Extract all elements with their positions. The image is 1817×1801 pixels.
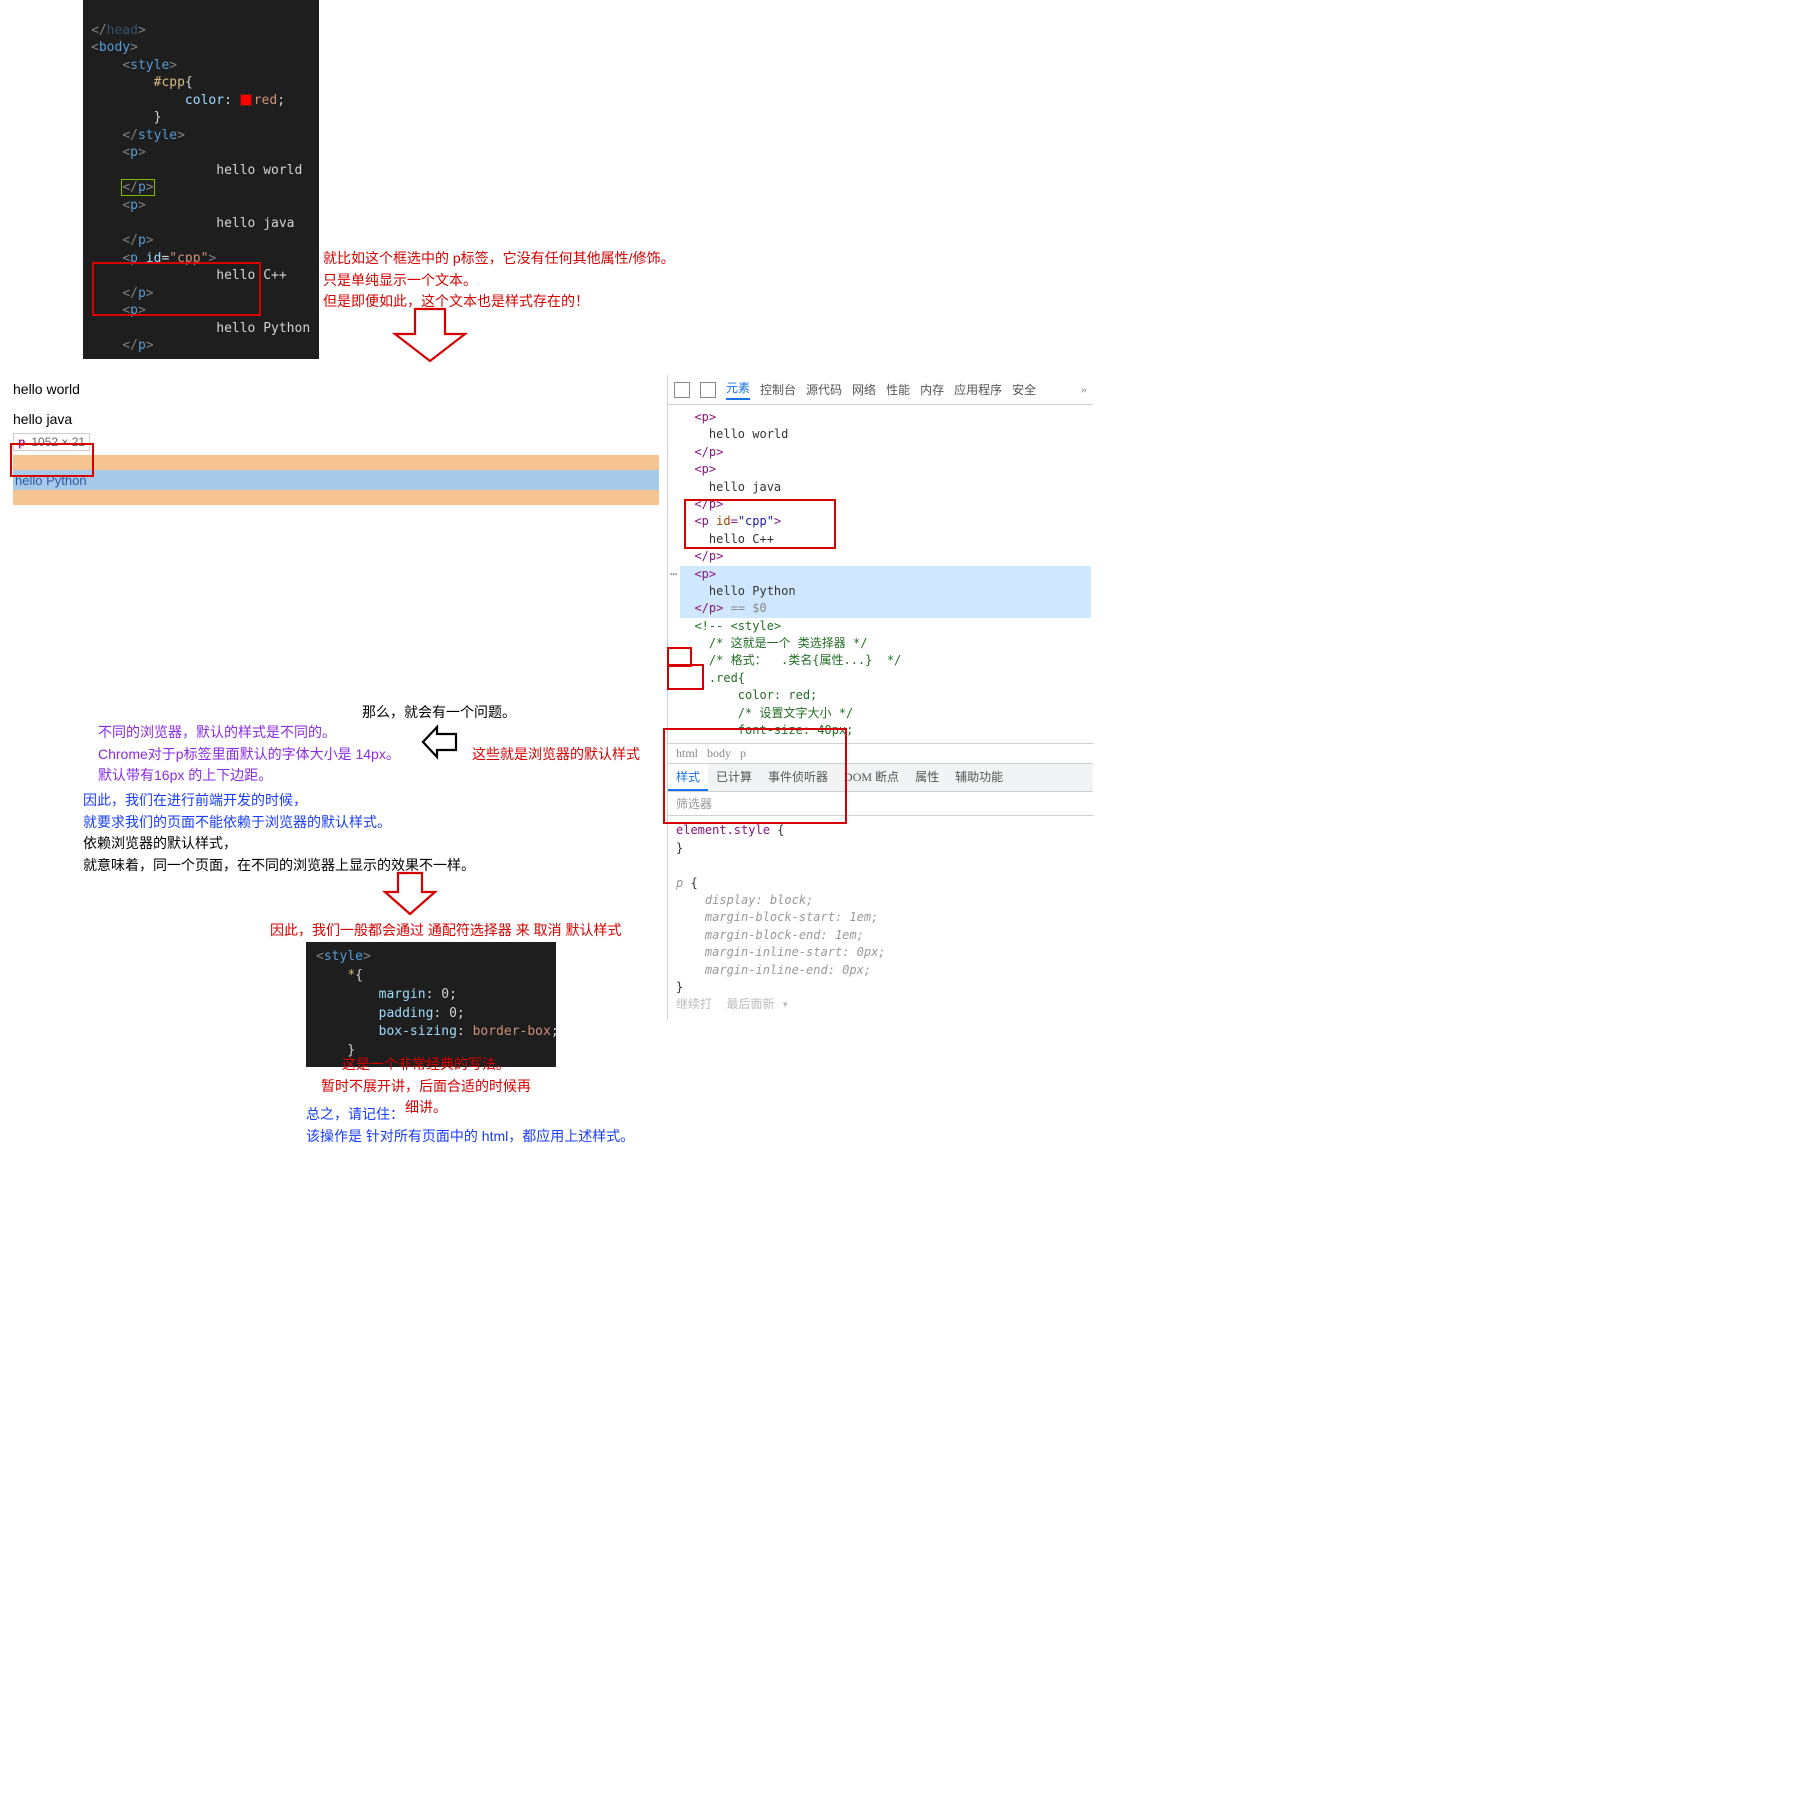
element-size-tooltip: p 1052 × 21 — [13, 433, 90, 451]
dom-cmt3: /* 格式： .类名{属性...} */ — [680, 653, 901, 667]
note3-l1: 这是一个非常经典的写法。 — [316, 1054, 536, 1076]
note4-l1: 总之，请记住： — [306, 1104, 634, 1126]
bc-p[interactable]: p — [740, 746, 746, 760]
tab-sources[interactable]: 源代码 — [806, 381, 842, 398]
tabs-more-icon[interactable]: » — [1081, 382, 1087, 397]
tooltip-tag: p — [18, 435, 25, 449]
text-hello-world: hello world — [154, 163, 303, 178]
rendered-hello-java: hello java — [13, 411, 659, 427]
device-icon[interactable] — [700, 382, 716, 398]
devtools-styles-pane[interactable]: element.style { } p { display: block; ma… — [668, 816, 1093, 1019]
devtools-subtabs: 样式 已计算 事件侦听器 DOM 断点 属性 辅助功能 — [668, 763, 1093, 792]
dom-hp: hello Python — [680, 584, 796, 598]
tab-network[interactable]: 网络 — [852, 381, 876, 398]
tab-console[interactable]: 控制台 — [760, 381, 796, 398]
dom-cmt2: /* 这就是一个 类选择器 */ — [680, 636, 867, 650]
purple-l2: Chrome对于p标签里面默认的字体大小是 14px。 — [98, 744, 400, 766]
tab-elements[interactable]: 元素 — [726, 379, 750, 400]
dom-hj: hello java — [680, 480, 781, 494]
devtools-tabs: 元素 控制台 源代码 网络 性能 内存 应用程序 安全 » — [668, 375, 1093, 405]
tab-security[interactable]: 安全 — [1012, 381, 1036, 398]
devtools-breadcrumb: html body p — [668, 743, 1093, 763]
purple-l3: 默认带有16px 的上下边距。 — [98, 765, 400, 787]
dom-cmt7: font-size: 40px; — [680, 723, 853, 737]
arrow-left-icon — [419, 724, 459, 763]
styles-filter-input[interactable]: 筛选器 — [668, 792, 1093, 816]
blue-l1: 因此，我们在进行前端开发的时候， — [83, 790, 475, 812]
bottom-notes: 因此，我们在进行前端开发的时候， 就要求我们的页面不能依赖于浏览器的默认样式。 … — [83, 790, 475, 877]
dom-cmt6: /* 设置文字大小 */ — [680, 706, 853, 720]
tab-performance[interactable]: 性能 — [886, 381, 910, 398]
text-hello-python: hello Python — [154, 321, 311, 336]
wildcard-note: 因此，我们一般都会通过 通配符选择器 来 取消 默认样式 — [270, 920, 622, 942]
default-styles-note: 这些就是浏览器的默认样式 — [472, 744, 640, 766]
tab-application[interactable]: 应用程序 — [954, 381, 1002, 398]
black-l1: 依赖浏览器的默认样式， — [83, 833, 475, 855]
summary-note: 总之，请记住： 该操作是 针对所有页面中的 html，都应用上述样式。 — [306, 1104, 634, 1147]
annotation-note-1: 就比如这个框选中的 p标签，它没有任何其他属性/修饰。 只是单纯显示一个文本。 … — [323, 248, 675, 313]
note1-line3: 但是即便如此，这个文本也是样式存在的！ — [323, 291, 675, 313]
devtools-dom-tree[interactable]: <p> hello world </p> <p> hello java </p>… — [668, 405, 1093, 743]
note1-line2: 只是单纯显示一个文本。 — [323, 270, 675, 292]
code-editor-1: </head> <body> <style> #cpp{ color: red;… — [83, 0, 319, 359]
note1-line1: 就比如这个框选中的 p标签，它没有任何其他属性/修饰。 — [323, 248, 675, 270]
code-editor-2: <style> *{ margin: 0; padding: 0; box-si… — [306, 942, 556, 1067]
tab-memory[interactable]: 内存 — [920, 381, 944, 398]
subtab-dombreak[interactable]: DOM 断点 — [836, 764, 907, 791]
tooltip-size: 1052 × 21 — [31, 435, 85, 449]
dom-cmt4: .red{ — [680, 671, 745, 685]
box-model-band: hello Python — [13, 455, 659, 505]
purple-l1: 不同的浏览器，默认的样式是不同的。 — [98, 722, 400, 744]
browser-render-panel: hello world hello java p 1052 × 21 hello… — [13, 381, 659, 505]
bc-html[interactable]: html — [676, 746, 698, 760]
subtab-props[interactable]: 属性 — [907, 764, 947, 791]
rendered-hello-world: hello world — [13, 381, 659, 397]
arrow-down-icon — [390, 306, 470, 366]
note4-l2: 该操作是 针对所有页面中的 html，都应用上述样式。 — [306, 1126, 634, 1148]
arrow-down-icon-2 — [380, 870, 440, 918]
rendered-hello-python: hello Python — [13, 473, 87, 488]
subtab-computed[interactable]: 已计算 — [708, 764, 760, 791]
dom-cmt5: color: red; — [680, 688, 817, 702]
purple-note: 不同的浏览器，默认的样式是不同的。 Chrome对于p标签里面默认的字体大小是 … — [98, 722, 400, 787]
subtab-styles[interactable]: 样式 — [668, 764, 708, 791]
blue-l2: 就要求我们的页面不能依赖于浏览器的默认样式。 — [83, 812, 475, 834]
mid-question: 那么，就会有一个问题。 — [362, 702, 516, 724]
bc-body[interactable]: body — [707, 746, 731, 760]
dom-hc: hello C++ — [680, 532, 774, 546]
styles-footer: 继续打 最后面新 ▾ — [676, 997, 789, 1011]
subtab-a11y[interactable]: 辅助功能 — [947, 764, 1011, 791]
text-hello-cpp: hello C++ — [154, 268, 287, 283]
inspect-icon[interactable] — [674, 382, 690, 398]
devtools-panel: 元素 控制台 源代码 网络 性能 内存 应用程序 安全 » <p> hello … — [667, 375, 1093, 1020]
dom-hw: hello world — [680, 427, 788, 441]
text-hello-java: hello java — [154, 216, 295, 231]
subtab-event[interactable]: 事件侦听器 — [760, 764, 836, 791]
